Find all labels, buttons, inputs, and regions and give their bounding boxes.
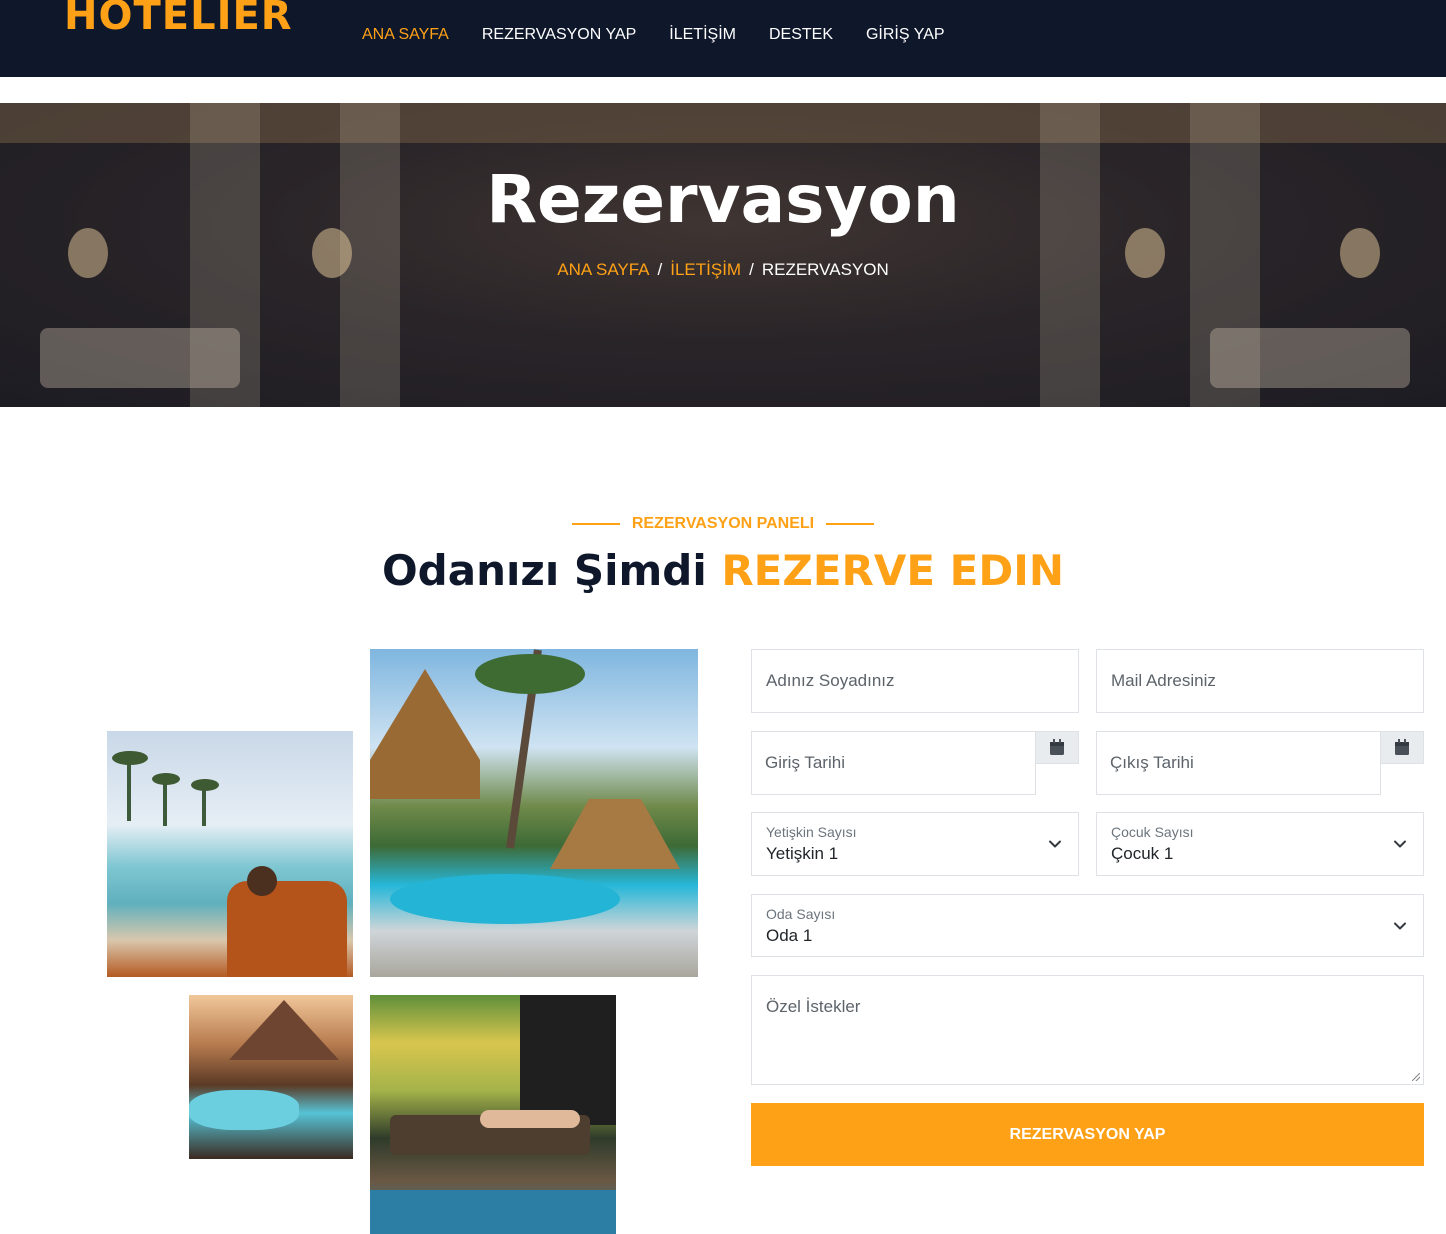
name-placeholder: Adınız Soyadınız (766, 671, 895, 690)
checkout-placeholder: Çıkış Tarihi (1110, 753, 1194, 772)
palm-leaves (475, 654, 585, 694)
person-sunbathing (480, 1110, 580, 1128)
resize-handle[interactable] (1412, 1073, 1420, 1081)
lounge-towel (227, 881, 347, 977)
nav-item-support[interactable]: DESTEK (769, 24, 833, 46)
section-subtitle: REZERVASYON PANELI (0, 514, 1446, 534)
breadcrumb-separator: / (657, 260, 663, 279)
subtitle-line-right (826, 522, 875, 525)
section-heading: Odanızı Şimdi REZERVE EDIN (0, 544, 1446, 598)
checkout-date-input[interactable]: Çıkış Tarihi (1096, 731, 1381, 795)
thatched-hut (550, 799, 680, 869)
children-select[interactable]: Çocuk Sayısı Çocuk 1 (1096, 812, 1424, 876)
page-title: Rezervasyon (486, 161, 960, 238)
main-nav: ANA SAYFA REZERVASYON YAP İLETİŞİM DESTE… (362, 24, 978, 46)
hero-sofa (1210, 328, 1410, 388)
submit-reservation-button[interactable]: REZERVASYON YAP (751, 1103, 1424, 1166)
breadcrumb-home[interactable]: ANA SAYFA (557, 260, 649, 279)
email-input[interactable]: Mail Adresiniz (1096, 649, 1424, 713)
dark-window (520, 995, 616, 1125)
palm-leaves (152, 773, 180, 785)
nav-item-login[interactable]: GİRİŞ YAP (866, 24, 945, 46)
checkin-placeholder: Giriş Tarihi (765, 753, 845, 772)
calendar-icon[interactable] (1380, 731, 1424, 764)
sunbathing-image (370, 995, 616, 1234)
adults-value: Yetişkin 1 (766, 844, 839, 863)
hero-pillar (1040, 103, 1100, 407)
name-input[interactable]: Adınız Soyadınız (751, 649, 1079, 713)
pool-water (370, 1190, 616, 1234)
pool-water (390, 874, 620, 924)
hero-banner (0, 103, 1446, 407)
sunset-pool-image (189, 995, 353, 1159)
children-value: Çocuk 1 (1111, 844, 1174, 863)
special-requests-placeholder: Özel İstekler (766, 997, 861, 1016)
email-placeholder: Mail Adresiniz (1111, 671, 1216, 690)
section-subtitle-text: REZERVASYON PANELI (631, 515, 815, 532)
breadcrumb: ANA SAYFA / İLETİŞİM / REZERVASYON (0, 259, 1446, 281)
resort-pool-image (370, 649, 698, 977)
breadcrumb-separator: / (749, 260, 754, 279)
palm-leaves (112, 751, 148, 765)
breadcrumb-contact[interactable]: İLETİŞİM (670, 260, 741, 279)
pool-water (189, 1090, 299, 1130)
rooms-value: Oda 1 (766, 926, 813, 945)
top-navbar: HOTELIER ANA SAYFA REZERVASYON YAP İLETİ… (0, 0, 1446, 77)
chevron-down-icon (1049, 840, 1061, 848)
person-head (247, 866, 277, 896)
breadcrumb-current: REZERVASYON (761, 260, 889, 279)
rooms-label: Oda Sayısı (766, 906, 836, 922)
checkin-date-input[interactable]: Giriş Tarihi (751, 731, 1036, 795)
adults-label: Yetişkin Sayısı (766, 824, 857, 840)
adults-select[interactable]: Yetişkin Sayısı Yetişkin 1 (751, 812, 1079, 876)
hero-sofa (40, 328, 240, 388)
palm-leaves (191, 779, 219, 791)
rooms-select[interactable]: Oda Sayısı Oda 1 (751, 894, 1424, 957)
thatched-hut (370, 669, 480, 799)
section-heading-main: Odanızı Şimdi (381, 546, 722, 595)
site-logo[interactable]: HOTELIER (64, 0, 293, 40)
children-label: Çocuk Sayısı (1111, 824, 1194, 840)
special-requests-textarea[interactable]: Özel İstekler (751, 975, 1424, 1085)
nav-item-reservation[interactable]: REZERVASYON YAP (482, 24, 636, 46)
pool-lounge-image (107, 731, 353, 977)
calendar-icon[interactable] (1035, 731, 1079, 764)
chevron-down-icon (1394, 922, 1406, 930)
subtitle-line-left (571, 522, 620, 525)
section-heading-accent: REZERVE EDIN (721, 546, 1065, 595)
nav-item-contact[interactable]: İLETİŞİM (669, 24, 736, 46)
pavilion-roof (229, 1000, 339, 1060)
chevron-down-icon (1394, 840, 1406, 848)
nav-item-home[interactable]: ANA SAYFA (362, 24, 449, 46)
